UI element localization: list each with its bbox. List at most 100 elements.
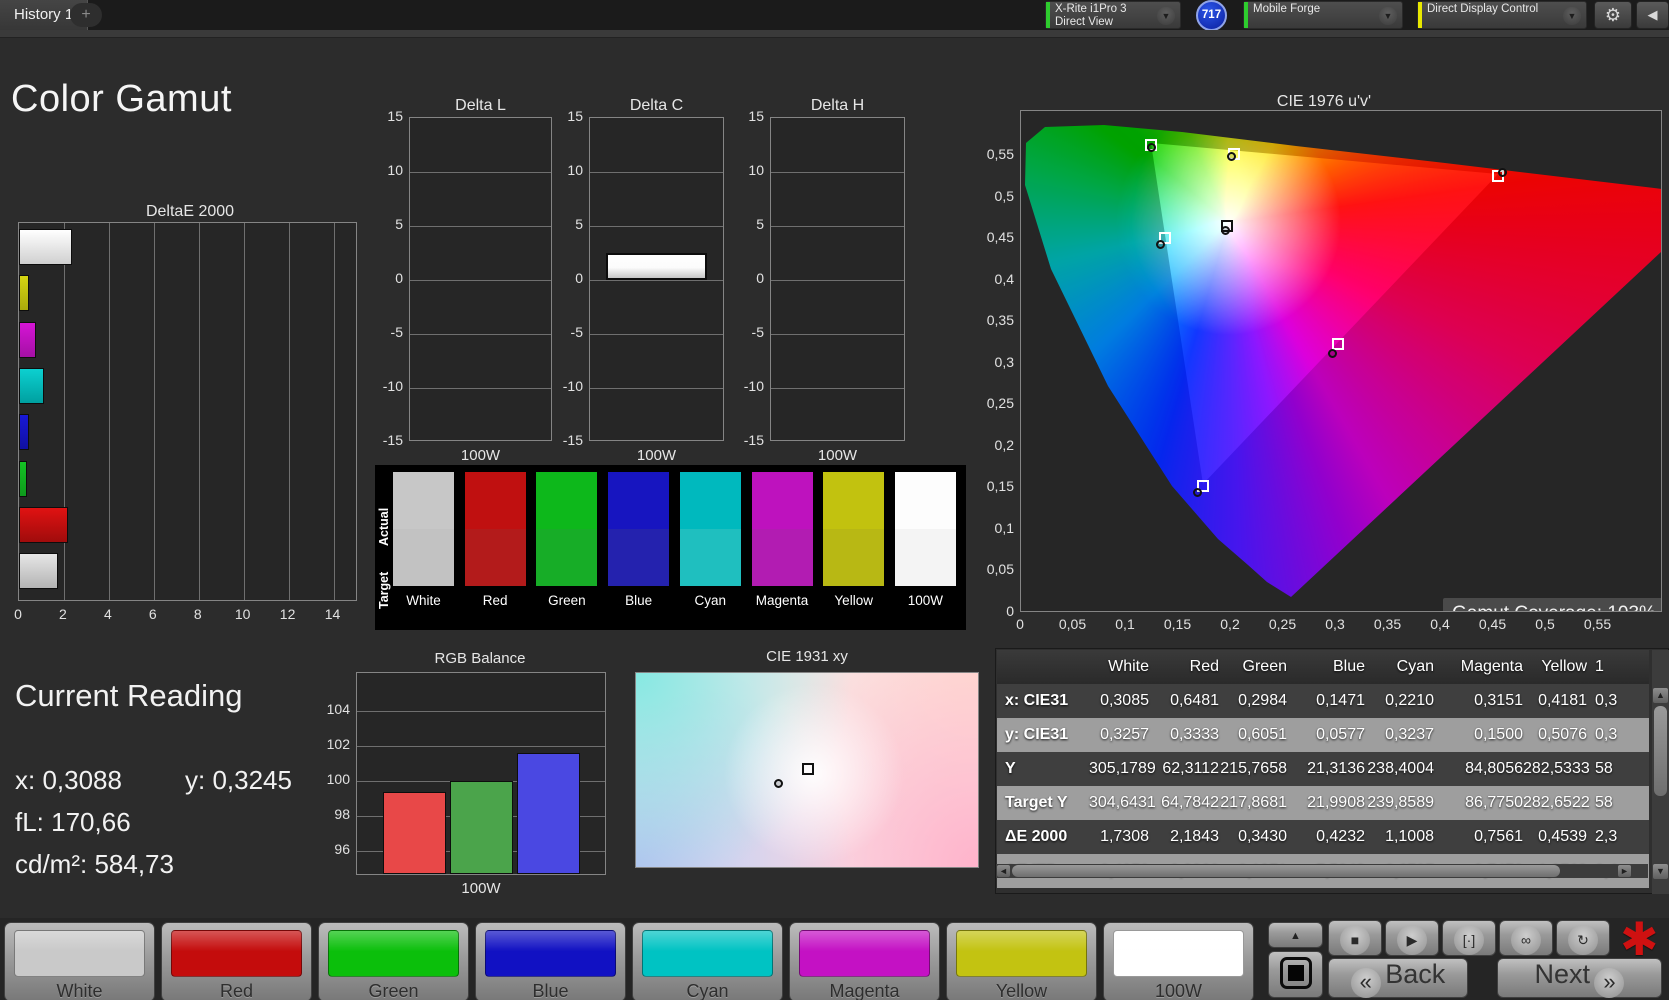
pattern-button-100w[interactable]: 100W [1103, 922, 1254, 1000]
delta-chart-title: Delta H [810, 97, 865, 114]
swatch-actual [464, 472, 526, 529]
workflow-dropdown[interactable]: Mobile Forge ▼ [1243, 1, 1403, 29]
table-cell: 0,4181 [1538, 692, 1587, 709]
table-vertical-scrollbar[interactable]: ▲ ▼ [1652, 650, 1669, 894]
cie1976-y-tick: 0,55 [986, 146, 1014, 162]
y-tick: 10 [567, 162, 583, 178]
cie1976-y-tick: 0,45 [986, 229, 1014, 245]
gridline [590, 334, 723, 335]
table-hscroll-thumb[interactable] [1012, 865, 1560, 877]
swatch-label: Magenta [755, 593, 809, 608]
pattern-button-white[interactable]: White [4, 922, 155, 1000]
deltae-bar-yellow [19, 275, 30, 312]
cie1976-actual-red [1497, 167, 1507, 177]
table-cell: 217,8681 [1220, 794, 1287, 811]
cie1976-actual-green [1147, 142, 1157, 152]
deltae-bar-white [19, 553, 58, 590]
cie1931-chart [635, 672, 979, 868]
table-cell: 2,3 [1595, 828, 1618, 845]
table-cell: 238,4004 [1367, 760, 1434, 777]
pattern-button-yellow[interactable]: Yellow [946, 922, 1097, 1000]
cie1976-x-tick: 0,1 [1115, 616, 1135, 632]
swatch-label: Cyan [694, 593, 727, 608]
table-row[interactable]: Target Y 304,6431 64,7842217,8681 21,9908 23… [997, 786, 1649, 820]
table-header-Magenta: Magenta [1460, 658, 1523, 675]
x-tick: 4 [103, 606, 112, 622]
back-button[interactable]: « Back [1328, 958, 1468, 998]
pattern-button-green[interactable]: Green [318, 922, 469, 1000]
transport-play-button[interactable]: ▶ [1385, 920, 1439, 956]
pattern-button-blue[interactable]: Blue [475, 922, 626, 1000]
table-row[interactable]: y: CIE31 0,3257 0,3333 0,6051 0,0577 0,3237 0,… [997, 718, 1649, 752]
reading-cdm2: cd/m²: 584,73 [15, 849, 174, 879]
display-control-dropdown[interactable]: Direct Display Control ▼ [1417, 1, 1587, 29]
pattern-button-cyan[interactable]: Cyan [632, 922, 783, 1000]
scroll-up-icon[interactable]: ▲ [1653, 688, 1668, 703]
table-header-row: White Red Green Blue Cyan Magenta Yellow 1 [997, 650, 1649, 684]
swatch-label: Green [548, 593, 586, 608]
gridline [108, 223, 110, 600]
next-chevron-icon: » [1594, 968, 1625, 998]
y-tick: 5 [575, 216, 583, 232]
cie1976-y-tick: 0,3 [994, 353, 1014, 370]
meter-dropdown[interactable]: X-Rite i1Pro 3 Direct View ▼ [1045, 1, 1181, 29]
table-row[interactable]: x: CIE31 0,3085 0,6481 0,2984 0,1471 0,2210 0,… [997, 684, 1649, 718]
cie1976-y-tick: 0,4 [994, 270, 1014, 287]
transport-stop-button[interactable]: ■ [1328, 920, 1382, 956]
settings-button[interactable]: ⚙ [1594, 1, 1632, 29]
table-cell: 0,3430 [1238, 828, 1287, 845]
table-cell: 58 [1595, 760, 1613, 777]
pattern-button-red[interactable]: Red [161, 922, 312, 1000]
gridline [243, 223, 245, 600]
cie1976-x-tick: 0,15 [1163, 616, 1192, 632]
display-control-dropdown-label: Direct Display Control [1427, 3, 1539, 15]
delta-chart-delta-h [770, 117, 905, 441]
table-horizontal-scrollbar[interactable]: ◄ ► [996, 864, 1648, 878]
table-cell: 0,3257 [1100, 726, 1149, 743]
meter-count-badge[interactable]: 717 [1196, 0, 1227, 31]
pattern-swatch [485, 930, 616, 977]
table-cell: 305,1789 [1089, 760, 1156, 777]
table-header-White: White [1108, 658, 1149, 675]
y-tick: -10 [743, 378, 764, 394]
pattern-button-magenta[interactable]: Magenta [789, 922, 940, 1000]
swatch-target [608, 529, 670, 586]
pattern-up-button[interactable]: ▲ [1268, 922, 1323, 948]
scroll-left-icon[interactable]: ◄ [997, 865, 1010, 877]
delta-chart-delta-c [589, 117, 724, 441]
swatch-actual [679, 472, 741, 529]
pattern-window-icon [1279, 957, 1312, 989]
table-row[interactable]: ΔE 2000 1,7308 2,1843 0,3430 0,4232 1,1008 0,7… [997, 820, 1649, 854]
transport-loop-button[interactable]: ∞ [1499, 920, 1553, 956]
scroll-right-icon[interactable]: ► [1618, 865, 1631, 877]
pattern-window-button[interactable] [1268, 951, 1323, 998]
delta-x-label: 100W [460, 447, 501, 464]
gridline [771, 280, 904, 281]
table-cell: 21,3136 [1307, 760, 1365, 777]
collapse-panel-button[interactable]: ◀ [1636, 1, 1669, 29]
cie1976-y-tick: 0,15 [986, 478, 1014, 494]
delta-x-label: 100W [817, 447, 858, 464]
table-vscroll-thumb[interactable] [1654, 706, 1667, 796]
table-cell: 282,5333 [1523, 760, 1590, 777]
add-tab-button[interactable]: + [70, 3, 102, 27]
swatch-magenta [751, 472, 813, 586]
transport-refresh-button[interactable]: ↻ [1556, 920, 1610, 956]
xrite-asterisk-logo: ✱ [1620, 913, 1659, 965]
pattern-button-label: White [56, 981, 103, 1000]
reading-x: x: 0,3088 [15, 765, 122, 795]
cie1976-x-tick: 0,35 [1373, 616, 1402, 632]
scroll-down-icon[interactable]: ▼ [1653, 864, 1668, 879]
pattern-button-bar: White Red Green Blue Cyan Magenta Yellow 100W ▲… [0, 918, 1669, 1000]
pattern-swatch [799, 930, 930, 977]
y-tick: 15 [748, 108, 764, 124]
y-tick: 0 [395, 270, 403, 286]
pattern-button-label: Red [219, 981, 254, 1000]
pattern-button-label: Yellow [995, 981, 1048, 1000]
x-tick: 12 [279, 606, 296, 622]
transport-pattern-size-button[interactable]: [·] [1442, 920, 1496, 956]
cie1976-x-tick: 0 [1016, 616, 1024, 632]
y-tick: -5 [751, 324, 764, 340]
table-cell: 0,6051 [1238, 726, 1287, 743]
table-row[interactable]: Y 305,1789 62,3112215,7658 21,3136 238,4004 8… [997, 752, 1649, 786]
